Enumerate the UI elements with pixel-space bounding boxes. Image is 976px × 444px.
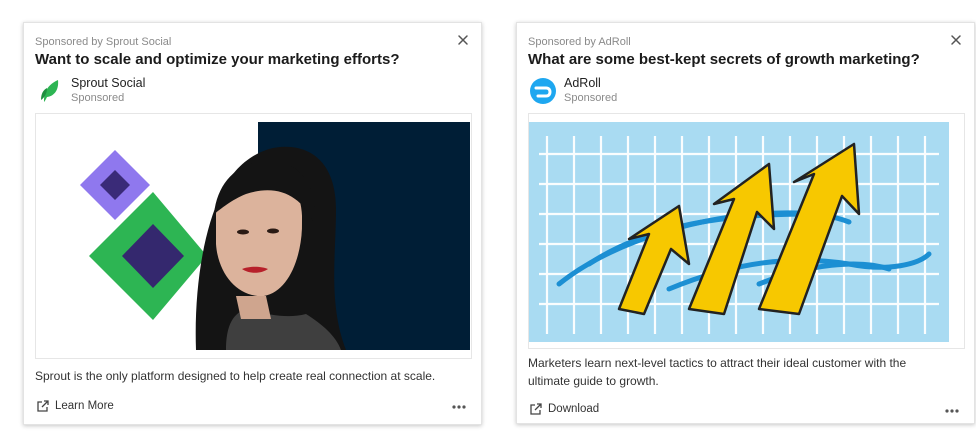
ad-body-text: Sprout is the only platform designed to … (35, 369, 436, 383)
close-icon[interactable] (949, 33, 963, 47)
ad-image[interactable] (35, 113, 472, 359)
download-button[interactable]: Download (529, 402, 599, 416)
ad-body-text: Marketers learn next-level tactics to at… (528, 356, 907, 388)
sponsor-line: Sponsored by Sprout Social (35, 36, 172, 48)
more-options-icon[interactable] (451, 403, 467, 411)
learn-more-button[interactable]: Learn More (36, 399, 114, 413)
ad-headline[interactable]: Want to scale and optimize your marketin… (35, 51, 400, 68)
cta-label: Download (548, 403, 600, 415)
advertiser-name[interactable]: AdRoll (564, 76, 601, 90)
more-options-icon[interactable] (944, 407, 960, 415)
advertiser-sponsored-label: Sponsored (71, 92, 125, 104)
external-link-icon (37, 400, 49, 412)
ad-card-sprout-social: Sponsored by Sprout Social Want to scale… (23, 22, 482, 425)
close-icon[interactable] (456, 33, 470, 47)
sprout-leaf-icon[interactable] (36, 77, 64, 105)
adroll-logo-icon[interactable] (529, 77, 557, 105)
ad-headline[interactable]: What are some best-kept secrets of growt… (528, 51, 920, 68)
ad-image[interactable] (528, 113, 965, 349)
advertiser-name[interactable]: Sprout Social (71, 76, 145, 90)
cta-label: Learn More (55, 400, 114, 412)
ad-card-adroll: Sponsored by AdRoll What are some best-k… (516, 22, 975, 424)
sponsor-line: Sponsored by AdRoll (528, 36, 631, 48)
external-link-icon (530, 403, 542, 415)
ad-creative-illustration (529, 114, 964, 348)
ad-creative-illustration (36, 114, 471, 358)
advertiser-sponsored-label: Sponsored (564, 92, 618, 104)
